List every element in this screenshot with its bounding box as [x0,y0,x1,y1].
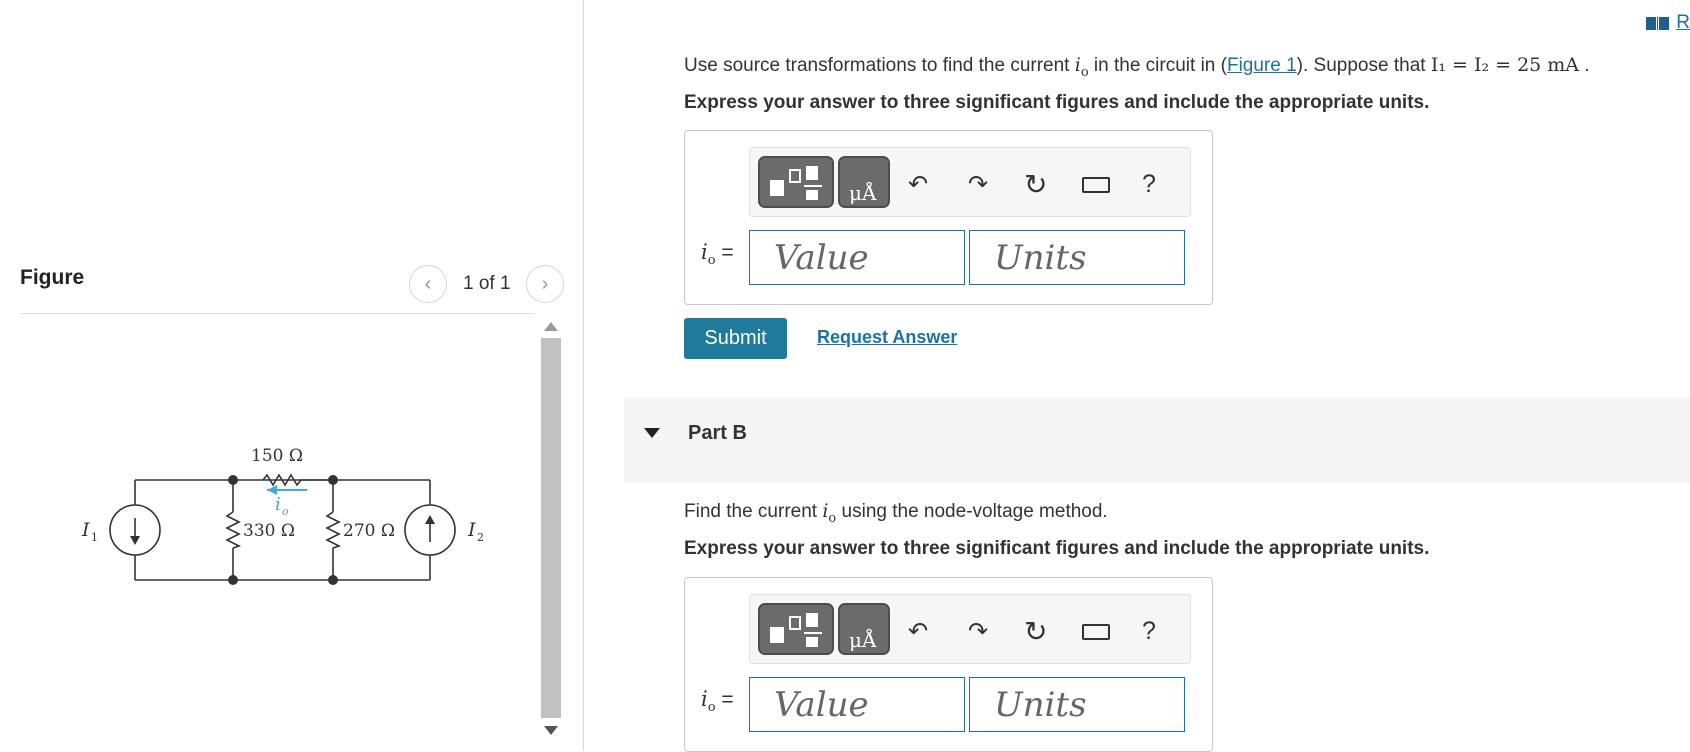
units-icon: μÅ [849,627,877,652]
scroll-down-arrow-icon[interactable] [544,726,558,735]
current-io-subscript: o [282,505,289,518]
scroll-up-arrow-icon[interactable] [544,322,558,331]
units-symbol-button[interactable]: μÅ [838,156,890,208]
source-i2-subscript: 2 [477,531,484,544]
current-io-label: i [275,494,281,515]
part-a-prompt-text: Use source transformations to find the c… [684,55,1075,76]
part-a-eq-var: i [701,240,708,264]
part-b-math-toolbar: μÅ ↶ ↷ ↻ ? [749,594,1191,664]
help-icon[interactable]: ? [1142,170,1156,199]
part-a-prompt: Use source transformations to find the c… [684,54,1590,80]
circuit-diagram: 150 Ω 330 Ω 270 Ω I 1 I 2 i o [81,446,484,585]
part-b-units-input[interactable]: Units [969,677,1185,732]
part-a-answer-box: μÅ ↶ ↷ ↻ ? io = Value Units [684,130,1213,305]
part-b-eq-var: i [701,687,708,711]
figure-1-link[interactable]: Figure 1 [1227,55,1297,76]
review-link-label: R [1676,12,1690,33]
submit-button[interactable]: Submit [684,318,787,359]
book-icon [1646,16,1670,30]
scroll-thumb[interactable] [541,338,561,718]
part-b-instruction: Express your answer to three significant… [684,538,1430,559]
reset-icon[interactable]: ↻ [1024,615,1047,648]
previous-figure-button[interactable]: ‹ [409,265,447,303]
help-icon[interactable]: ? [1142,617,1156,646]
current-source-i2 [404,504,456,556]
part-a-instruction: Express your answer to three significant… [684,92,1430,113]
part-a-var-sub: o [1080,64,1089,80]
part-b-equation-label: io = [701,687,734,715]
part-a-math-toolbar: μÅ ↶ ↷ ↻ ? [749,147,1191,217]
templates-button[interactable] [758,156,834,208]
part-a-eq-sub: o [707,253,716,269]
resistor-330-symbol [225,511,242,549]
resistor-270-symbol [325,511,342,549]
source-i2-label: I [467,519,476,541]
figure-pager-count: 1 of 1 [463,273,511,294]
redo-icon[interactable]: ↷ [968,617,988,646]
undo-icon[interactable]: ↶ [908,170,928,199]
source-i1-label: I [81,519,90,541]
part-b-value-input[interactable]: Value [749,677,965,732]
part-a-prompt-post: ). Suppose that [1296,55,1431,76]
reset-icon[interactable]: ↻ [1024,168,1047,201]
undo-icon[interactable]: ↶ [908,617,928,646]
resistor-270-label: 270 Ω [343,521,395,541]
review-link[interactable]: R [1646,12,1690,34]
part-a-units-input[interactable]: Units [969,230,1185,285]
figure-scrollbar[interactable] [539,318,563,743]
templates-icon [770,613,822,647]
chevron-left-icon: ‹ [424,272,432,295]
redo-icon[interactable]: ↷ [968,170,988,199]
units-symbol-button[interactable]: μÅ [838,603,890,655]
keyboard-icon[interactable] [1082,177,1110,193]
resistor-330-label: 330 Ω [243,521,295,541]
figure-divider [20,313,534,314]
figure-title: Figure [20,266,85,289]
part-b-header[interactable]: Part B [624,398,1690,483]
panel-divider [583,0,584,751]
part-a-prompt-mid: in the circuit in ( [1088,55,1227,76]
part-a-eq-sign: = [715,241,734,264]
next-figure-button[interactable]: › [526,265,564,303]
part-a-equation-label: io = [701,240,734,268]
part-a-condition: I₁ = I₂ = 25 mA [1430,54,1580,76]
part-b-prompt: Find the current io using the node-volta… [684,500,1108,526]
part-b-prompt-text: Find the current [684,501,823,522]
part-a-prompt-end: . [1579,55,1590,76]
part-a-value-input[interactable]: Value [749,230,965,285]
part-b-title: Part B [688,422,747,444]
templates-button[interactable] [758,603,834,655]
part-b-prompt-post: using the node-voltage method. [836,501,1108,522]
source-i1-subscript: 1 [91,531,98,544]
request-answer-link[interactable]: Request Answer [817,327,957,348]
chevron-right-icon: › [541,272,549,295]
svg-text:μÅ: μÅ [849,180,877,205]
templates-icon [770,166,822,200]
resistor-150-label: 150 Ω [251,446,303,466]
keyboard-icon[interactable] [1082,624,1110,640]
units-icon: μÅ [849,180,877,205]
part-b-eq-sub: o [707,700,716,716]
svg-text:μÅ: μÅ [849,627,877,652]
caret-down-icon[interactable] [644,428,660,438]
current-source-i1 [109,504,161,556]
part-b-eq-sign: = [715,688,734,711]
part-b-answer-box: μÅ ↶ ↷ ↻ ? io = Value Units [684,577,1213,752]
